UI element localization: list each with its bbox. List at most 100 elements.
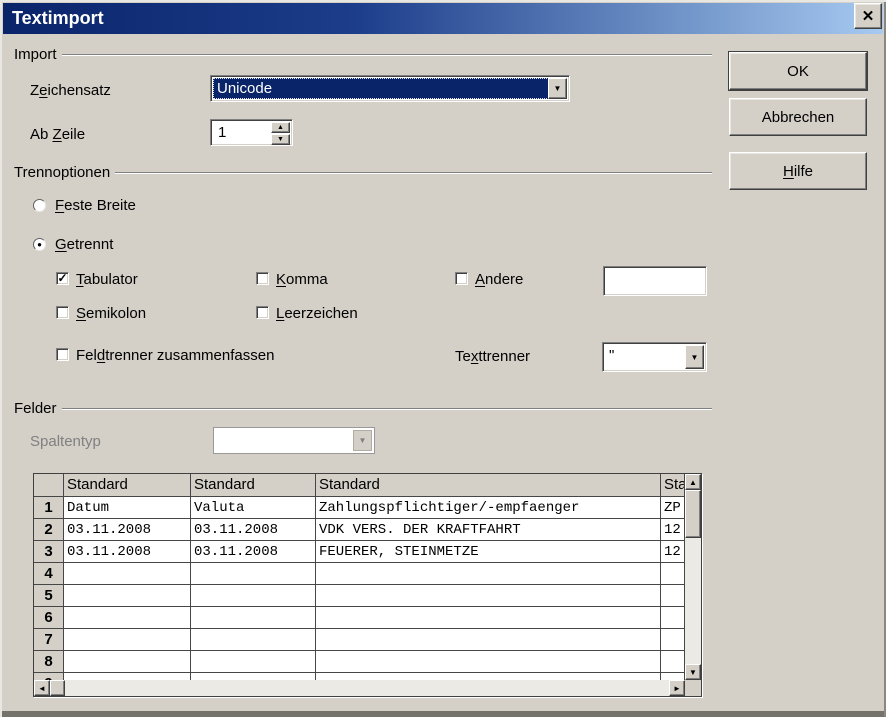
charset-value: Unicode bbox=[213, 78, 567, 99]
table-cell[interactable] bbox=[191, 563, 316, 585]
merge-delimiters-checkbox[interactable] bbox=[56, 348, 69, 361]
preview-grid[interactable]: StandardStandardStandardStandard1DatumVa… bbox=[34, 474, 685, 680]
row-number: 9 bbox=[34, 673, 64, 680]
column-header[interactable]: Standard bbox=[64, 474, 191, 497]
table-cell[interactable] bbox=[661, 629, 685, 651]
horizontal-scroll-thumb[interactable] bbox=[50, 680, 65, 696]
text-delimiter-dropdown-button[interactable]: ▼ bbox=[685, 345, 704, 369]
column-header[interactable]: Standard bbox=[191, 474, 316, 497]
row-number: 4 bbox=[34, 563, 64, 585]
space-label[interactable]: Leerzeichen bbox=[276, 305, 358, 322]
table-cell[interactable] bbox=[316, 585, 661, 607]
column-header[interactable]: Standard bbox=[316, 474, 661, 497]
scroll-left-icon: ◄ bbox=[38, 684, 46, 693]
table-cell[interactable] bbox=[316, 651, 661, 673]
cancel-button[interactable]: Abbrechen bbox=[729, 98, 867, 136]
text-delimiter-value: " bbox=[605, 345, 685, 369]
table-cell[interactable]: VDK VERS. DER KRAFTFAHRT bbox=[316, 519, 661, 541]
semicolon-label[interactable]: Semikolon bbox=[76, 305, 146, 322]
ok-button[interactable]: OK bbox=[729, 52, 867, 90]
fixed-width-radio[interactable] bbox=[33, 199, 46, 212]
table-cell[interactable] bbox=[661, 673, 685, 680]
separator-group-label: Trennoptionen bbox=[10, 164, 115, 181]
table-cell[interactable] bbox=[64, 673, 191, 680]
table-cell[interactable]: 03.11.2008 bbox=[191, 541, 316, 563]
scrollbar-corner bbox=[685, 680, 701, 696]
table-cell[interactable] bbox=[316, 563, 661, 585]
vertical-scroll-thumb[interactable] bbox=[685, 490, 701, 538]
scroll-up-button[interactable]: ▲ bbox=[685, 474, 701, 490]
spin-down-button[interactable]: ▼ bbox=[271, 134, 290, 145]
horizontal-scrollbar[interactable]: ◄ ► bbox=[34, 680, 685, 696]
other-label[interactable]: Andere bbox=[475, 271, 523, 288]
tab-label[interactable]: Tabulator bbox=[76, 271, 138, 288]
table-cell[interactable] bbox=[661, 585, 685, 607]
row-number: 2 bbox=[34, 519, 64, 541]
separated-radio[interactable]: ● bbox=[33, 238, 46, 251]
table-cell[interactable] bbox=[64, 607, 191, 629]
comma-label[interactable]: Komma bbox=[276, 271, 328, 288]
column-type-label: Spaltentyp bbox=[30, 433, 101, 450]
table-cell[interactable] bbox=[316, 607, 661, 629]
from-row-spinner[interactable]: 1 ▲ ▼ bbox=[210, 119, 293, 146]
table-cell[interactable] bbox=[316, 629, 661, 651]
merge-delimiters-label[interactable]: Feldtrenner zusammenfassen bbox=[76, 347, 274, 364]
help-button[interactable]: Hilfe bbox=[729, 152, 867, 190]
table-cell[interactable]: 03.11.2008 bbox=[191, 519, 316, 541]
table-cell[interactable]: 03.11.2008 bbox=[64, 519, 191, 541]
scroll-right-icon: ► bbox=[673, 684, 681, 693]
scroll-right-button[interactable]: ► bbox=[669, 680, 685, 696]
table-cell[interactable]: Zahlungspflichtiger/-empfaenger bbox=[316, 497, 661, 519]
row-number: 1 bbox=[34, 497, 64, 519]
close-button[interactable]: ✕ bbox=[854, 3, 882, 29]
table-cell[interactable]: 12 bbox=[661, 519, 685, 541]
table-cell[interactable] bbox=[64, 585, 191, 607]
table-cell[interactable] bbox=[191, 607, 316, 629]
table-cell[interactable]: 12 bbox=[661, 541, 685, 563]
other-separator-input[interactable] bbox=[603, 266, 707, 296]
scroll-left-button[interactable]: ◄ bbox=[34, 680, 50, 696]
charset-dropdown-button[interactable]: ▼ bbox=[548, 78, 567, 99]
scroll-down-button[interactable]: ▼ bbox=[685, 664, 701, 680]
group-line bbox=[115, 172, 712, 174]
spin-up-icon: ▲ bbox=[277, 124, 284, 131]
table-cell[interactable]: Datum bbox=[64, 497, 191, 519]
column-type-value bbox=[216, 430, 353, 451]
vertical-scrollbar[interactable]: ▲ ▼ bbox=[685, 474, 701, 680]
table-cell[interactable] bbox=[316, 673, 661, 680]
fixed-width-label[interactable]: Feste Breite bbox=[55, 197, 136, 214]
table-cell[interactable] bbox=[64, 629, 191, 651]
space-checkbox[interactable] bbox=[256, 306, 269, 319]
table-cell[interactable] bbox=[191, 585, 316, 607]
table-cell[interactable] bbox=[661, 563, 685, 585]
table-cell[interactable] bbox=[661, 607, 685, 629]
titlebar: Textimport bbox=[3, 3, 883, 34]
tab-checkbox[interactable]: ✓ bbox=[56, 272, 69, 285]
table-cell[interactable] bbox=[191, 673, 316, 680]
fields-group-label: Felder bbox=[10, 400, 62, 417]
table-cell[interactable]: FEUERER, STEINMETZE bbox=[316, 541, 661, 563]
table-cell[interactable] bbox=[191, 651, 316, 673]
close-icon: ✕ bbox=[862, 7, 875, 25]
text-delimiter-combobox[interactable]: " ▼ bbox=[602, 342, 707, 372]
row-number: 3 bbox=[34, 541, 64, 563]
spin-up-button[interactable]: ▲ bbox=[271, 122, 290, 133]
other-checkbox[interactable] bbox=[455, 272, 468, 285]
table-cell[interactable]: 03.11.2008 bbox=[64, 541, 191, 563]
table-cell[interactable] bbox=[64, 651, 191, 673]
table-cell[interactable]: ZP bbox=[661, 497, 685, 519]
table-cell[interactable] bbox=[661, 651, 685, 673]
separated-label[interactable]: Getrennt bbox=[55, 236, 113, 253]
comma-checkbox[interactable] bbox=[256, 272, 269, 285]
table-cell[interactable] bbox=[191, 629, 316, 651]
charset-combobox[interactable]: Unicode ▼ bbox=[210, 75, 570, 102]
chevron-down-icon: ▼ bbox=[691, 353, 699, 362]
semicolon-checkbox[interactable] bbox=[56, 306, 69, 319]
group-line bbox=[62, 54, 712, 56]
table-cell[interactable] bbox=[64, 563, 191, 585]
scroll-up-icon: ▲ bbox=[689, 478, 697, 487]
table-cell[interactable]: Valuta bbox=[191, 497, 316, 519]
column-header[interactable]: Standard bbox=[661, 474, 685, 497]
from-row-label: Ab Zeile bbox=[30, 126, 85, 143]
separator-group-header: Trennoptionen bbox=[10, 164, 712, 180]
